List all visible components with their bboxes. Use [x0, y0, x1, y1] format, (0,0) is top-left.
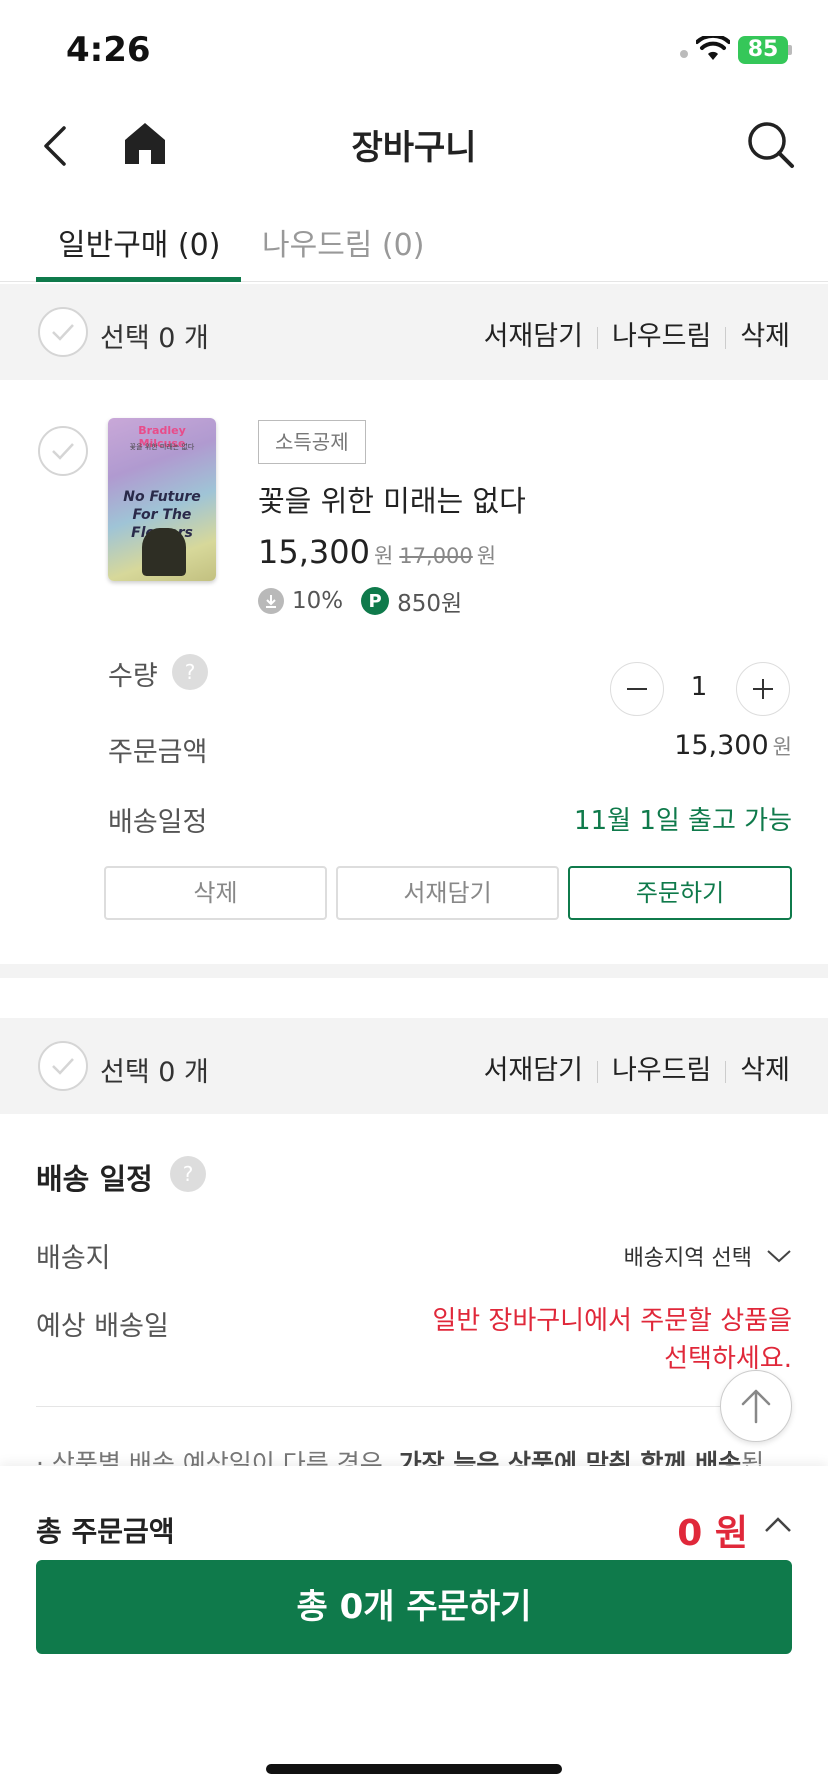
status-bar: 4:26 85 [0, 0, 828, 90]
check-icon [52, 324, 74, 341]
destination-value: 배송지역 선택 [623, 1246, 752, 1271]
active-tab-indicator [36, 277, 241, 282]
tax-deduction-badge: 소득공제 [258, 420, 366, 464]
tab-bar: 일반구매 (0) 나우드림 (0) [0, 190, 828, 282]
original-price-unit: 원 [476, 544, 497, 568]
point-icon: P [361, 587, 390, 615]
item-order-button[interactable]: 주문하기 [568, 866, 792, 920]
select-count-label: 선택 0 개 [100, 323, 209, 354]
quantity-decrease-button[interactable] [610, 662, 664, 716]
check-icon [52, 443, 74, 460]
eta-label: 예상 배송일 [36, 1311, 169, 1342]
eta-message: 일반 장바구니에서 주문할 상품을 선택하세요. [432, 1302, 792, 1378]
points-value: 850원 [397, 591, 463, 617]
price-unit: 원 [373, 544, 394, 568]
separator [725, 1060, 727, 1083]
destination-label: 배송지 [36, 1243, 111, 1274]
chevron-up-icon[interactable] [764, 1516, 792, 1534]
bulk-nowdream-button[interactable]: 나우드림 [612, 321, 711, 352]
order-amount-unit: 원 [772, 735, 792, 759]
discount-rate: 10% [292, 588, 344, 614]
select-count-label-2: 선택 0 개 [100, 1057, 209, 1088]
shipping-date-value: 11월 1일 출고 가능 [574, 806, 792, 836]
section-divider [0, 964, 828, 978]
quantity-increase-button[interactable] [736, 662, 790, 716]
separator [596, 326, 598, 349]
order-amount-label: 주문금액 [108, 737, 208, 768]
destination-select[interactable]: 배송지역 선택 [624, 1240, 792, 1272]
home-indicator [266, 1764, 562, 1774]
bulk-actions-2: 서재담기 나우드림 삭제 [484, 1048, 790, 1087]
order-amount-value: 15,300 [674, 730, 769, 761]
select-all-checkbox-2[interactable] [38, 1041, 88, 1091]
chevron-down-icon [767, 1250, 791, 1263]
shipping-section-title: 배송 일정 [36, 1162, 153, 1196]
eta-message-line1: 일반 장바구니에서 주문할 상품을 [432, 1306, 792, 1336]
cover-figure [142, 528, 186, 576]
separator [725, 326, 727, 349]
search-icon[interactable] [746, 120, 796, 170]
scroll-to-top-button[interactable] [720, 1370, 792, 1442]
quantity-help-icon[interactable]: ? [172, 654, 208, 690]
item-benefits: 10% P 850원 [258, 584, 462, 618]
select-bar-2: 선택 0 개 서재담기 나우드림 삭제 [0, 1018, 828, 1114]
battery-icon: 85 [738, 36, 788, 64]
item-delete-button[interactable]: 삭제 [104, 866, 327, 920]
battery-tip [788, 45, 792, 55]
quantity-label: 수량 [108, 661, 158, 692]
tab-now-dream[interactable]: 나우드림 (0) [262, 220, 424, 264]
check-icon [52, 1058, 74, 1075]
order-amount: 15,300 원 [674, 730, 792, 761]
book-cover-image[interactable]: Bradley Milcuse 꽃을 위한 미래는 없다 No Future F… [108, 418, 216, 581]
bulk-wishlist-button[interactable]: 서재담기 [484, 321, 583, 352]
item-wishlist-button[interactable]: 서재담기 [336, 866, 559, 920]
plus-icon [753, 679, 773, 699]
bulk-wishlist-button-2[interactable]: 서재담기 [484, 1055, 583, 1086]
total-amount-value: 0 원 [677, 1513, 748, 1554]
quantity-value: 1 [690, 672, 708, 702]
cover-subtitle: 꽃을 위한 미래는 없다 [129, 443, 195, 451]
separator [596, 1060, 598, 1083]
select-all-checkbox[interactable] [38, 307, 88, 357]
section-line [36, 1406, 792, 1407]
minus-icon [627, 688, 647, 690]
item-price-line: 15,300 원 17,000 원 [258, 533, 496, 571]
arrow-up-icon [741, 1389, 771, 1424]
wifi-icon [696, 36, 730, 60]
checkout-button[interactable]: 총 0개 주문하기 [36, 1560, 792, 1654]
signal-dot-icon [680, 50, 688, 58]
status-time: 4:26 [66, 30, 151, 70]
original-price: 17,000 [399, 544, 473, 568]
bulk-nowdream-button-2[interactable]: 나우드림 [612, 1055, 711, 1086]
discount-download-icon [258, 588, 284, 614]
bulk-delete-button[interactable]: 삭제 [740, 321, 790, 352]
total-amount-label: 총 주문금액 [36, 1515, 175, 1548]
sale-price: 15,300 [258, 533, 370, 571]
shipping-schedule-label: 배송일정 [108, 807, 208, 838]
page-title: 장바구니 [351, 128, 477, 168]
select-bar: 선택 0 개 서재담기 나우드림 삭제 [0, 284, 828, 380]
bulk-delete-button-2[interactable]: 삭제 [740, 1055, 790, 1086]
eta-message-line2: 선택하세요. [664, 1344, 792, 1374]
shipping-help-icon[interactable]: ? [170, 1156, 206, 1192]
tab-general-purchase[interactable]: 일반구매 (0) [58, 220, 220, 264]
bulk-actions: 서재담기 나우드림 삭제 [484, 314, 790, 353]
item-checkbox[interactable] [38, 426, 88, 476]
item-title[interactable]: 꽃을 위한 미래는 없다 [258, 478, 526, 520]
